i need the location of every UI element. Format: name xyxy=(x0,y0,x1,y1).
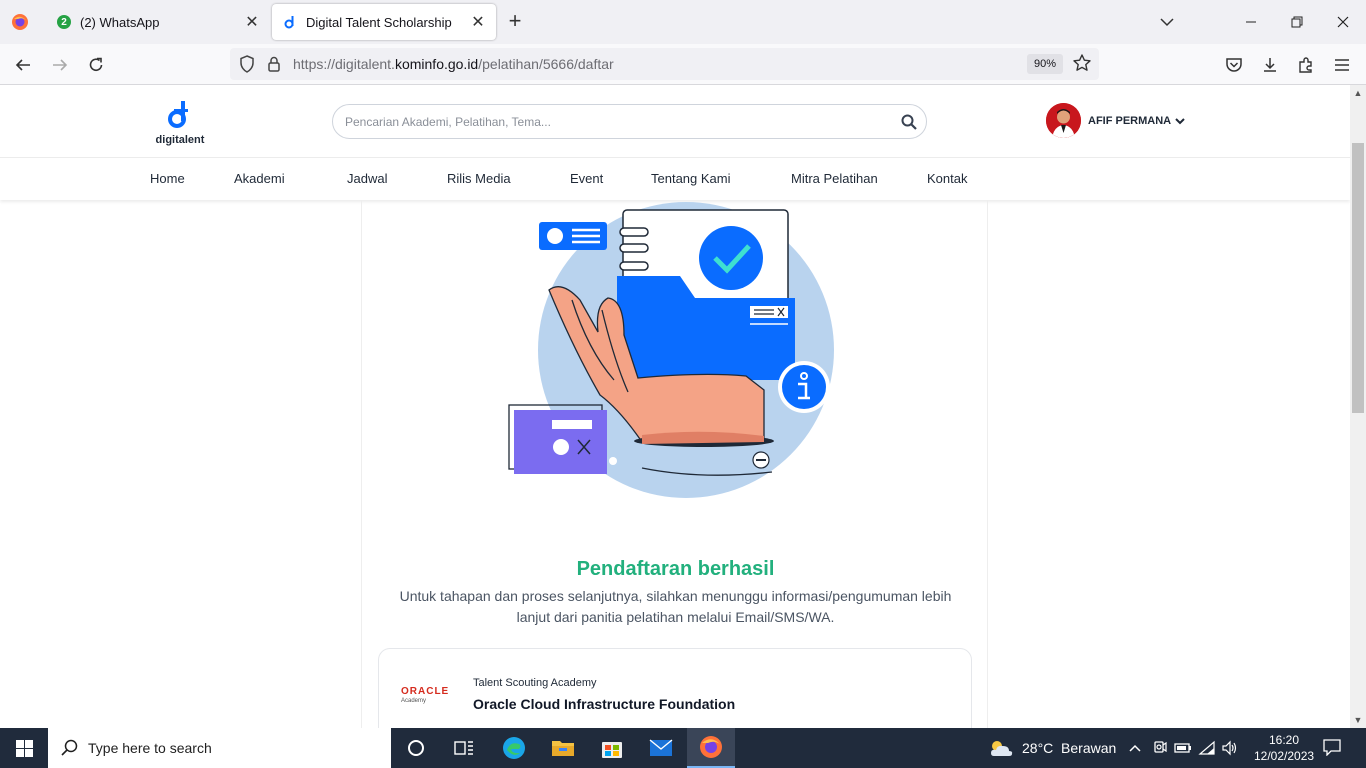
nav-jadwal[interactable]: Jadwal xyxy=(347,171,387,186)
url-text[interactable]: https://digitalent.kominfo.go.id/pelatih… xyxy=(293,56,614,72)
browser-navigation-bar: https://digitalent.kominfo.go.id/pelatih… xyxy=(0,44,1366,85)
search-icon[interactable] xyxy=(900,113,918,131)
restore-icon[interactable] xyxy=(1274,0,1320,44)
scroll-up-arrow-icon[interactable]: ▲ xyxy=(1353,88,1363,98)
course-title[interactable]: Oracle Cloud Infrastructure Foundation xyxy=(473,696,735,712)
main-navigation: Home Akademi Jadwal Rilis Media Event Te… xyxy=(0,158,1350,200)
digitalent-logo-icon xyxy=(168,101,188,128)
browser-tab-bar: 2 (2) WhatsApp ✕ Digital Talent Scholars… xyxy=(0,0,1366,44)
oracle-logo-subtext: Academy xyxy=(401,698,427,704)
system-clock[interactable]: 16:20 12/02/2023 xyxy=(1254,732,1314,764)
new-tab-icon[interactable]: + xyxy=(503,10,527,34)
weather-widget[interactable]: 28°C Berawan xyxy=(988,738,1116,758)
site-header: digitalent Pencarian Akademi, Pelatihan,… xyxy=(0,85,1350,158)
mail-icon[interactable] xyxy=(637,728,685,768)
search-placeholder: Pencarian Akademi, Pelatihan, Tema... xyxy=(345,115,551,129)
edge-browser-icon[interactable] xyxy=(490,728,538,768)
site-search-input[interactable]: Pencarian Akademi, Pelatihan, Tema... xyxy=(332,104,927,139)
show-hidden-icons-chevron-up-icon[interactable] xyxy=(1126,739,1144,757)
clock-time: 16:20 xyxy=(1268,733,1300,747)
course-academy: Talent Scouting Academy xyxy=(473,677,597,689)
weather-text: 28°C Berawan xyxy=(1022,740,1117,756)
close-window-icon[interactable] xyxy=(1320,0,1366,44)
registration-result-panel: Pendaftaran berhasil Untuk tahapan dan p… xyxy=(361,200,988,728)
whatsapp-icon: 2 xyxy=(56,14,72,30)
user-avatar[interactable] xyxy=(1046,103,1081,138)
oracle-logo-text: ORACLE xyxy=(401,686,450,697)
tracking-protection-shield-icon[interactable] xyxy=(238,55,256,73)
minimize-icon[interactable] xyxy=(1228,0,1274,44)
scrollbar-thumb[interactable] xyxy=(1352,143,1364,413)
tab-label: (2) WhatsApp xyxy=(80,14,160,30)
web-page: digitalent Pencarian Akademi, Pelatihan,… xyxy=(0,85,1350,728)
tab-whatsapp[interactable]: 2 (2) WhatsApp ✕ xyxy=(46,4,270,40)
user-name[interactable]: AFIF PERMANA xyxy=(1088,115,1171,127)
notification-center-icon[interactable] xyxy=(1322,738,1344,758)
meet-now-icon[interactable] xyxy=(1151,739,1169,757)
list-all-tabs-icon[interactable] xyxy=(1156,12,1178,32)
wifi-icon[interactable] xyxy=(1198,739,1216,757)
clock-date: 12/02/2023 xyxy=(1254,749,1315,763)
digitalent-logo[interactable]: digitalent xyxy=(152,99,208,147)
oracle-academy-logo: ORACLE Academy xyxy=(401,686,449,704)
nav-akademi[interactable]: Akademi xyxy=(234,171,285,186)
close-tab-icon[interactable]: ✕ xyxy=(240,10,264,34)
nav-rilis-media[interactable]: Rilis Media xyxy=(447,171,511,186)
search-icon xyxy=(61,739,78,756)
registration-success-illustration xyxy=(508,202,834,498)
nav-mitra-pelatihan[interactable]: Mitra Pelatihan xyxy=(791,171,878,186)
hamburger-menu-icon[interactable] xyxy=(1329,52,1355,78)
nav-kontak[interactable]: Kontak xyxy=(927,171,967,186)
success-message: Untuk tahapan dan proses selanjutnya, si… xyxy=(399,588,952,625)
back-arrow-icon[interactable] xyxy=(10,52,36,78)
taskbar-search-input[interactable]: Type here to search xyxy=(48,728,391,768)
firefox-menu-icon[interactable] xyxy=(8,10,32,34)
battery-icon[interactable] xyxy=(1174,739,1192,757)
scroll-down-arrow-icon[interactable]: ▼ xyxy=(1353,715,1363,725)
lock-icon[interactable] xyxy=(265,55,283,73)
page-scrollbar[interactable]: ▲ ▼ xyxy=(1350,85,1366,728)
cortana-icon[interactable] xyxy=(392,728,440,768)
success-title: Pendaftaran berhasil xyxy=(576,558,775,580)
course-card[interactable]: ORACLE Academy Talent Scouting Academy O… xyxy=(378,648,972,728)
digitalent-favicon-icon xyxy=(282,14,298,30)
nav-event[interactable]: Event xyxy=(570,171,603,186)
nav-tentang-kami[interactable]: Tentang Kami xyxy=(651,171,731,186)
pocket-icon[interactable] xyxy=(1221,52,1247,78)
nav-home[interactable]: Home xyxy=(150,171,185,186)
cloudy-weather-icon xyxy=(991,741,1013,756)
tab-label: Digital Talent Scholarship xyxy=(306,14,452,30)
chevron-down-icon[interactable] xyxy=(1172,113,1188,129)
close-tab-icon[interactable]: ✕ xyxy=(466,10,490,34)
reload-icon[interactable] xyxy=(83,52,109,78)
volume-icon[interactable] xyxy=(1221,739,1239,757)
forward-arrow-icon[interactable] xyxy=(47,52,73,78)
extensions-icon[interactable] xyxy=(1293,52,1319,78)
bookmark-star-icon[interactable] xyxy=(1072,53,1094,75)
windows-start-icon[interactable] xyxy=(0,728,48,768)
logo-text: digitalent xyxy=(155,134,205,146)
zoom-level-button[interactable]: 90% xyxy=(1027,54,1063,74)
address-bar[interactable]: https://digitalent.kominfo.go.id/pelatih… xyxy=(230,48,1099,80)
file-explorer-icon[interactable] xyxy=(539,728,587,768)
tab-digital-talent[interactable]: Digital Talent Scholarship ✕ xyxy=(272,4,496,40)
task-view-icon[interactable] xyxy=(440,728,488,768)
taskbar-search-placeholder: Type here to search xyxy=(88,740,212,756)
downloads-icon[interactable] xyxy=(1257,52,1283,78)
firefox-taskbar-icon[interactable] xyxy=(687,728,735,768)
windows-taskbar: Type here to search 28°C Berawan 16:20 1… xyxy=(0,728,1366,768)
microsoft-store-icon[interactable] xyxy=(588,728,636,768)
